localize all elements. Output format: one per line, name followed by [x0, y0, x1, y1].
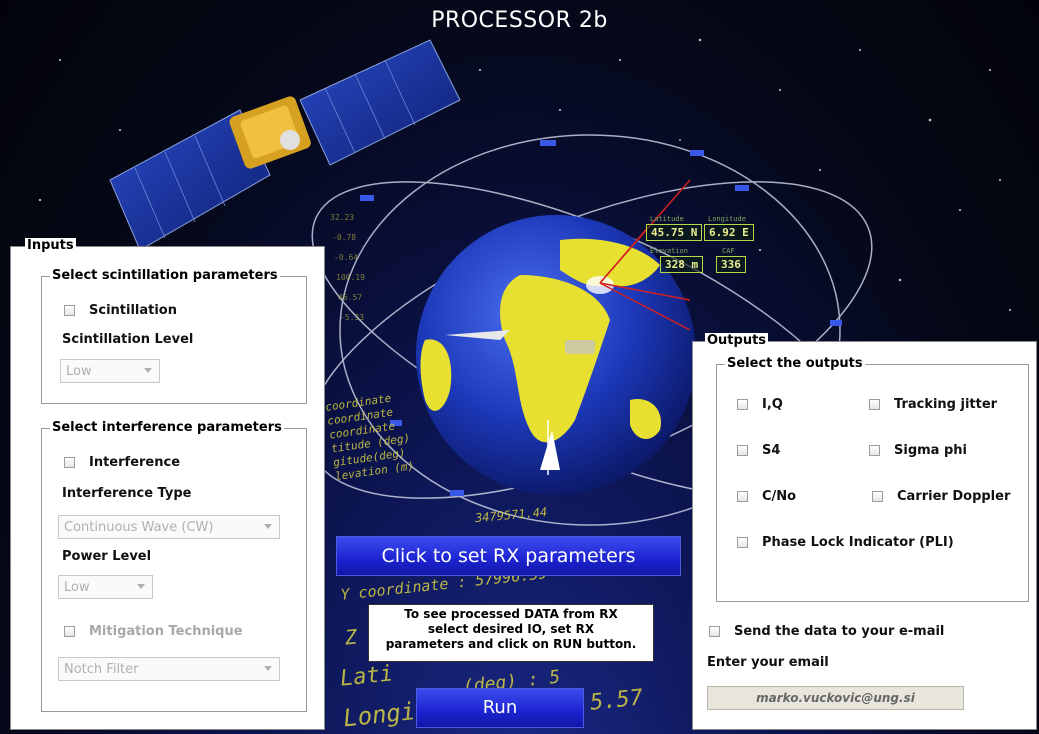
chevron-down-icon: [264, 524, 272, 529]
power-level-value: Low: [64, 579, 90, 595]
power-level-select[interactable]: Low: [58, 575, 153, 599]
tracking-jitter-checkbox[interactable]: [869, 399, 880, 410]
hud-longitude-caption: Longitude: [708, 215, 746, 223]
interference-checkbox-row[interactable]: Interference: [64, 455, 180, 470]
interference-type-select[interactable]: Continuous Wave (CW): [58, 515, 280, 539]
coordinate-list: coordinate coordinate coordinate titude …: [325, 390, 415, 484]
svg-text:-5.33: -5.33: [340, 313, 364, 322]
interference-group-legend: Select interference parameters: [50, 420, 284, 435]
inputs-panel-title: Inputs: [25, 238, 76, 253]
hud-longitude: 6.92 E: [704, 224, 754, 241]
interference-group: Select interference parameters Interfere…: [41, 420, 307, 712]
pli-checkbox[interactable]: [737, 537, 748, 548]
svg-text:46.57: 46.57: [338, 293, 362, 302]
output-option-tracking-jitter[interactable]: Tracking jitter: [869, 397, 997, 412]
processor-window: 32.23 -0.78 -0.64 100.19 46.57 -5.33 PROCESS…: [0, 0, 1039, 734]
interference-checkbox-label: Interference: [89, 455, 181, 470]
set-rx-parameters-button[interactable]: Click to set RX parameters: [336, 536, 681, 576]
svg-text:100.19: 100.19: [336, 273, 365, 282]
hud-latitude-caption: Latitude: [650, 215, 684, 223]
output-option-label: Tracking jitter: [894, 397, 998, 412]
scintillation-group: Select scintillation parameters Scintill…: [41, 268, 307, 404]
hud-elevation: 328 m: [660, 256, 704, 273]
svg-text:-0.64: -0.64: [334, 253, 358, 262]
interference-type-label: Interference Type: [62, 486, 192, 501]
output-option-cno[interactable]: C/No: [737, 489, 796, 504]
mitigation-value: Notch Filter: [64, 661, 139, 677]
z-coordinate-text: Z: [343, 624, 359, 650]
scintillation-checkbox-row[interactable]: Scintillation: [64, 303, 177, 318]
scintillation-group-legend: Select scintillation parameters: [50, 268, 280, 283]
instruction-line: To see processed DATA from RX: [404, 607, 618, 621]
run-button[interactable]: Run: [416, 688, 584, 728]
svg-text:-0.78: -0.78: [332, 233, 356, 242]
output-option-pli[interactable]: Phase Lock Indicator (PLI): [737, 535, 954, 550]
hud-elevation-caption: Elevation: [650, 247, 688, 255]
chevron-down-icon: [137, 584, 145, 589]
mitigation-checkbox-label: Mitigation Technique: [89, 624, 243, 639]
iq-checkbox[interactable]: [737, 399, 748, 410]
email-label: Enter your email: [707, 655, 829, 670]
output-option-label: Phase Lock Indicator (PLI): [762, 535, 954, 550]
outputs-panel: Outputs Select the outputs I,Q Tracking …: [692, 333, 1037, 730]
hud-fourth-caption: CAF: [722, 247, 735, 255]
inputs-panel: Inputs Select scintillation parameters S…: [10, 238, 325, 730]
sigma-phi-checkbox[interactable]: [869, 445, 880, 456]
mitigation-checkbox[interactable]: [64, 626, 75, 637]
chevron-down-icon: [264, 666, 272, 671]
power-level-label: Power Level: [62, 549, 152, 564]
svg-text:32.23: 32.23: [330, 213, 354, 222]
outputs-group: Select the outputs I,Q Tracking jitter S…: [716, 356, 1029, 602]
output-option-label: S4: [762, 443, 781, 458]
hud-latitude: 45.75 N: [646, 224, 703, 241]
carrier-doppler-checkbox[interactable]: [872, 491, 883, 502]
instruction-box: To see processed DATA from RX select des…: [368, 604, 654, 662]
output-option-carrier-doppler[interactable]: Carrier Doppler: [872, 489, 1010, 504]
mitigation-checkbox-row[interactable]: Mitigation Technique: [64, 624, 243, 639]
output-option-iq[interactable]: I,Q: [737, 397, 783, 412]
interference-checkbox[interactable]: [64, 457, 75, 468]
output-option-label: Carrier Doppler: [897, 489, 1011, 504]
instruction-line: parameters and click on RUN button.: [385, 637, 637, 651]
scintillation-level-select[interactable]: Low: [60, 359, 160, 383]
earth-globe: [416, 215, 696, 495]
output-option-label: Sigma phi: [894, 443, 967, 458]
mitigation-select[interactable]: Notch Filter: [58, 657, 280, 681]
s4-checkbox[interactable]: [737, 445, 748, 456]
send-email-label: Send the data to your e-mail: [734, 624, 945, 639]
send-email-checkbox[interactable]: [709, 626, 720, 637]
hud-fourth: 336: [716, 256, 746, 273]
output-option-label: C/No: [762, 489, 797, 504]
output-option-sigma-phi[interactable]: Sigma phi: [869, 443, 967, 458]
cno-checkbox[interactable]: [737, 491, 748, 502]
scintillation-level-label: Scintillation Level: [62, 332, 194, 347]
satellite-image: [109, 39, 461, 251]
instruction-line: select desired IO, set RX: [427, 622, 595, 636]
output-option-s4[interactable]: S4: [737, 443, 780, 458]
chevron-down-icon: [144, 368, 152, 373]
output-option-label: I,Q: [762, 397, 783, 412]
window-title: PROCESSOR 2b: [431, 8, 608, 33]
faint-coordinate-text: 32.23 -0.78 -0.64 100.19 46.57 -5.33: [330, 213, 365, 322]
scintillation-level-value: Low: [66, 363, 92, 379]
email-field[interactable]: marko.vuckovic@ung.si: [707, 686, 964, 710]
scintillation-checkbox-label: Scintillation: [89, 303, 177, 318]
outputs-group-legend: Select the outputs: [725, 356, 865, 371]
scintillation-checkbox[interactable]: [64, 305, 75, 316]
send-email-checkbox-row[interactable]: Send the data to your e-mail: [709, 624, 944, 639]
interference-type-value: Continuous Wave (CW): [64, 519, 214, 535]
outputs-panel-title: Outputs: [705, 333, 769, 348]
